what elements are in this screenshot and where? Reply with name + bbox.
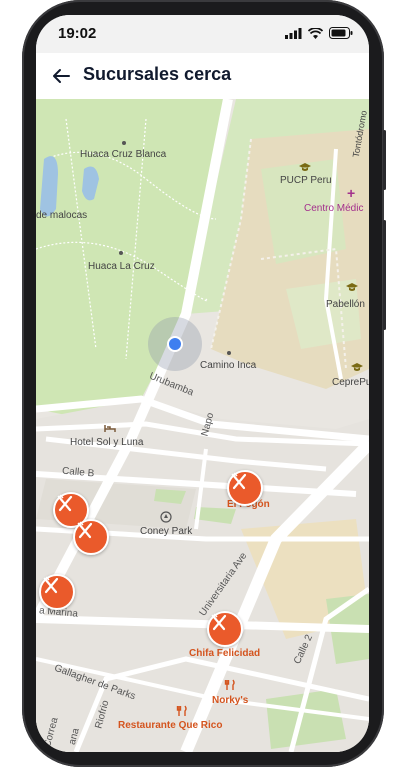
place-label-restaurante: Restaurante Que Rico: [118, 720, 223, 731]
restaurant-label-chifa: Chifa Felicidad: [189, 648, 261, 659]
place-label-malocas: de malocas: [36, 210, 88, 221]
place-label-pabellon: Pabellón: [326, 299, 365, 310]
fork-knife-icon: [231, 472, 247, 490]
user-location-dot: [167, 336, 183, 352]
graduation-cap-icon: [351, 363, 363, 371]
place-label-hotel: Hotel Sol y Luna: [70, 437, 144, 448]
graduation-cap-icon: [299, 163, 311, 171]
screen: 19:02 Sucursales cerca Huaca Cruz Blanca…: [36, 15, 369, 752]
place-label-camino-inca: Camino Inca: [200, 360, 257, 371]
signal-icon: [285, 27, 302, 39]
place-label-coney-park: Coney Park: [140, 526, 193, 537]
restaurant-utensils-icon: [176, 705, 187, 716]
park-icon: [160, 511, 172, 523]
place-label-cepre: CeprePu: [332, 377, 369, 388]
place-label-centro-medico: Centro Médic: [304, 203, 364, 214]
restaurant-pin[interactable]: [39, 574, 75, 610]
graduation-cap-icon: [346, 283, 358, 291]
side-button-bottom: [383, 220, 386, 330]
restaurant-pin-chifa[interactable]: [207, 611, 243, 647]
restaurant-utensils-icon: [224, 679, 235, 690]
hotel-bed-icon: [104, 425, 116, 432]
wifi-icon: [308, 27, 323, 39]
fork-knife-icon: [211, 613, 227, 631]
poi-dot: [227, 351, 231, 355]
status-time: 19:02: [58, 25, 97, 42]
map-view[interactable]: Huaca Cruz Blanca de malocas Huaca La Cr…: [36, 99, 369, 752]
place-label-huaca-la-cruz: Huaca La Cruz: [88, 261, 155, 272]
status-bar: 19:02: [36, 15, 369, 53]
place-label-norkys: Norky's: [212, 695, 249, 706]
medical-cross-icon: +: [347, 185, 356, 201]
fork-knife-icon: [57, 494, 73, 512]
page-title: Sucursales cerca: [83, 64, 232, 84]
back-arrow-icon[interactable]: [50, 65, 72, 87]
place-label-pucp: PUCP Peru: [280, 175, 332, 186]
poi-dot: [122, 141, 126, 145]
side-button-top: [383, 130, 386, 190]
restaurant-pin[interactable]: [73, 519, 109, 555]
fork-knife-icon: [77, 521, 93, 539]
battery-icon: [329, 27, 353, 39]
user-location: [148, 317, 202, 371]
fork-knife-icon: [43, 576, 59, 594]
status-icons: [285, 27, 353, 39]
restaurant-pin-el-fogon[interactable]: [227, 470, 263, 506]
app-header: Sucursales cerca: [36, 53, 369, 99]
place-label-huaca-cruz-blanca: Huaca Cruz Blanca: [80, 149, 167, 160]
poi-dot: [119, 251, 123, 255]
